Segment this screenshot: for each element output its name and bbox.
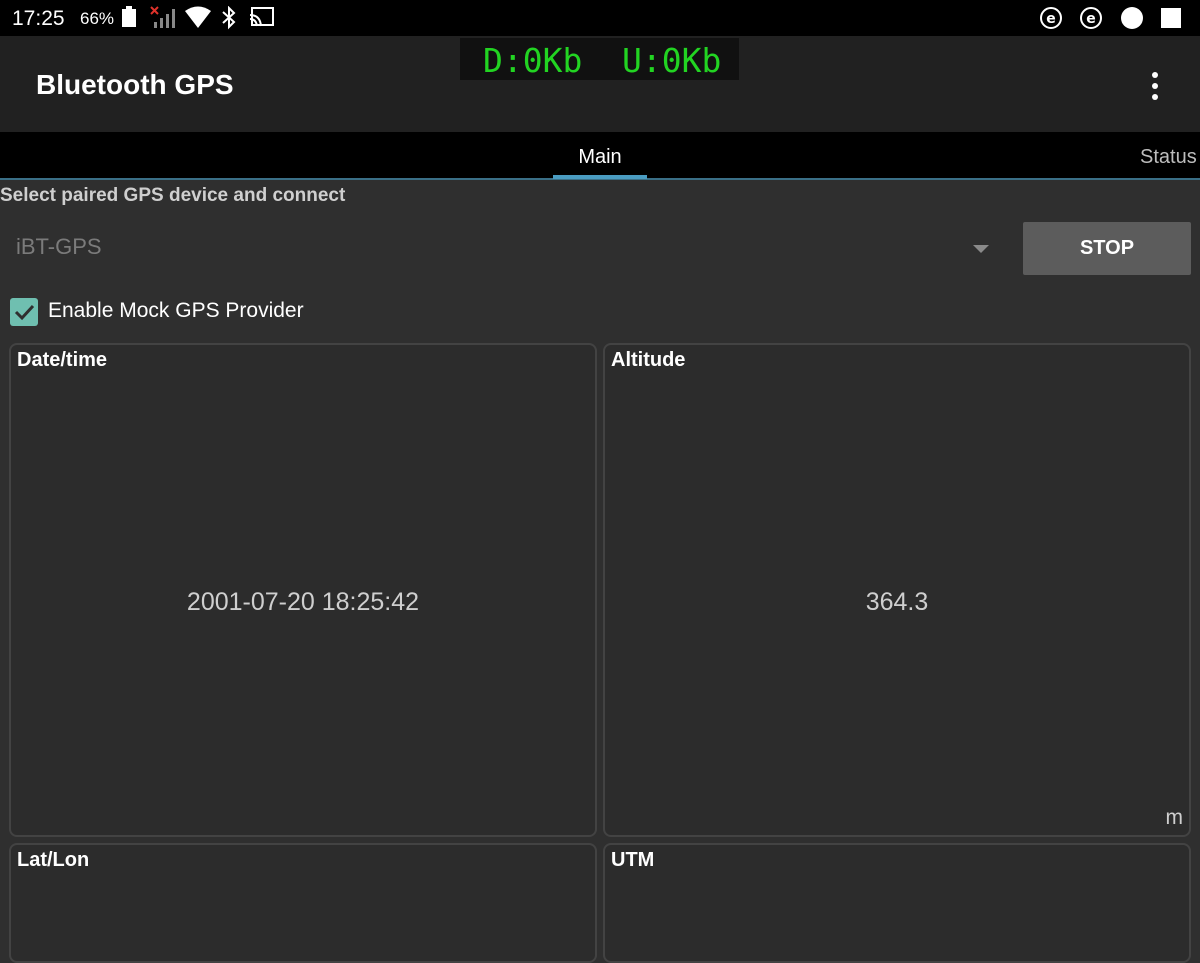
circle-notification-icon: [1121, 7, 1143, 29]
altitude-card: Altitude 364.3 m: [603, 343, 1191, 837]
device-spinner[interactable]: iBT-GPS: [16, 234, 102, 260]
checkmark-icon: [14, 304, 35, 321]
status-bar: 17:25 66% e e: [0, 0, 1200, 36]
dropdown-arrow-icon[interactable]: [973, 245, 989, 253]
battery-percent: 66%: [80, 9, 115, 28]
tab-main[interactable]: Main: [553, 146, 647, 169]
e-notification-icon: e: [1080, 7, 1102, 29]
card-title: UTM: [611, 849, 655, 871]
mock-gps-label[interactable]: Enable Mock GPS Provider: [48, 299, 304, 323]
card-title: Date/time: [17, 349, 108, 371]
app-title: Bluetooth GPS: [36, 69, 234, 100]
tab-status[interactable]: Status: [1140, 146, 1197, 169]
stop-button[interactable]: STOP: [1023, 222, 1191, 275]
mock-gps-checkbox[interactable]: [10, 298, 38, 326]
utm-card: UTM: [603, 843, 1191, 963]
svg-text:e: e: [1046, 11, 1056, 27]
card-title: Altitude: [611, 349, 686, 371]
bluetooth-icon: [222, 6, 236, 30]
status-time: 17:25: [12, 7, 65, 30]
wifi-icon: [185, 6, 211, 28]
app-toolbar: Bluetooth GPS D:0Kb U:0Kb: [0, 36, 1200, 132]
altitude-unit: m: [1165, 806, 1184, 829]
tab-indicator: [553, 175, 647, 179]
no-signal-icon: [150, 6, 175, 28]
download-counter: D:0Kb: [483, 41, 583, 80]
traffic-counter: D:0Kb U:0Kb: [460, 38, 739, 80]
svg-text:e: e: [1086, 11, 1096, 27]
datetime-value: 2001-07-20 18:25:42: [186, 588, 420, 616]
upload-counter: U:0Kb: [622, 41, 722, 80]
more-vert-icon[interactable]: [1140, 68, 1170, 108]
e-notification-icon: e: [1040, 7, 1062, 29]
cast-icon: [249, 7, 274, 27]
tab-bar: Main Status: [0, 132, 1200, 180]
latlon-card: Lat/Lon: [9, 843, 597, 963]
section-label: Select paired GPS device and connect: [0, 185, 346, 206]
altitude-value: 364.3: [865, 588, 929, 616]
datetime-card: Date/time 2001-07-20 18:25:42: [9, 343, 597, 837]
square-notification-icon: [1161, 8, 1181, 28]
card-title: Lat/Lon: [17, 849, 90, 871]
battery-icon: [122, 6, 136, 27]
